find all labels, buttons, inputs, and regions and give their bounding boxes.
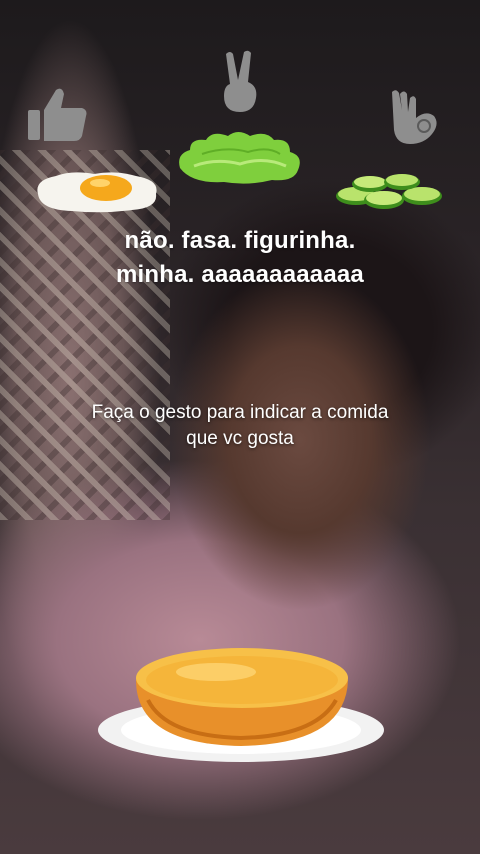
instruction-line-2: que vc gosta bbox=[186, 428, 294, 449]
ok-hand-icon bbox=[392, 90, 437, 144]
lettuce-food bbox=[179, 132, 300, 184]
peace-sign-icon bbox=[224, 50, 257, 112]
instruction-line-1: Faça o gesto para indicar a comida bbox=[91, 402, 389, 423]
fried-egg-food bbox=[37, 172, 157, 213]
cucumber-slices-food bbox=[336, 174, 442, 209]
gesture-instruction: Faça o gesto para indicar a comida que v… bbox=[40, 400, 440, 452]
camera-view: não. fasa. figurinha. minha. aaaaaaaaaaa… bbox=[0, 0, 480, 854]
caption-line-2: minha. aaaaaaaaaaaa bbox=[116, 261, 364, 288]
caption-line-1: não. fasa. figurinha. bbox=[124, 227, 356, 254]
thumbs-up-icon bbox=[28, 88, 87, 141]
bowl-on-plate bbox=[98, 648, 384, 762]
